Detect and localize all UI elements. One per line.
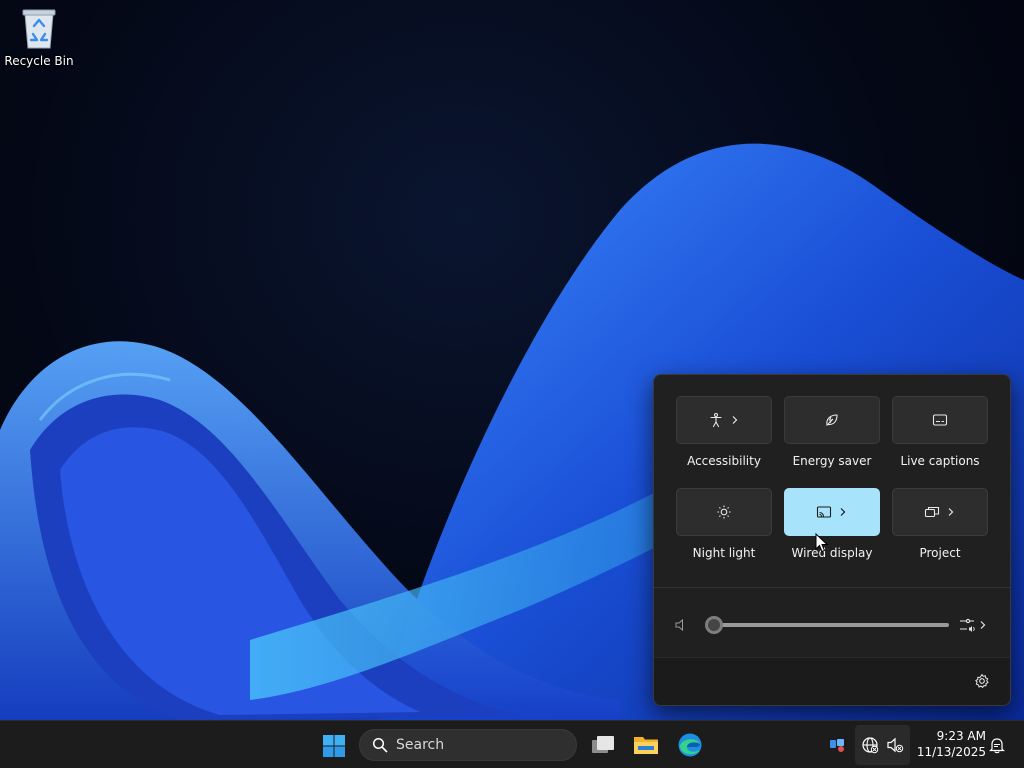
tile-project: Project <box>892 488 988 560</box>
tile-accessibility: Accessibility <box>676 396 772 468</box>
clock-time: 9:23 AM <box>936 729 986 743</box>
tile-label: Night light <box>692 546 756 560</box>
network-icon <box>862 737 879 754</box>
live-captions-icon <box>932 414 948 426</box>
taskbar-search-box[interactable]: Search <box>359 729 577 761</box>
divider <box>654 587 1010 588</box>
gear-icon[interactable] <box>974 673 990 689</box>
energy-saver-icon <box>826 414 838 426</box>
quick-settings-flyout: Accessibility Energy saver Live captions <box>653 374 1011 706</box>
tile-live-captions: Live captions <box>892 396 988 468</box>
widgets-icon[interactable] <box>829 736 847 754</box>
tile-wired-display: Wired display <box>784 488 880 560</box>
wired-display-button[interactable] <box>784 488 880 536</box>
accessibility-icon <box>710 412 722 428</box>
taskbar: Search 9:23 AM 11/13/2025 <box>0 720 1024 768</box>
volume-slider-thumb[interactable] <box>705 616 723 634</box>
clock-date: 11/13/2025 <box>916 745 986 759</box>
chevron-right-icon <box>980 621 986 629</box>
audio-output-button[interactable] <box>959 617 988 633</box>
volume-muted-icon <box>887 737 904 753</box>
search-icon <box>372 737 388 753</box>
volume-row <box>674 613 994 637</box>
tile-label: Accessibility <box>687 454 761 468</box>
audio-mixer-icon <box>960 618 975 632</box>
recycle-bin-icon <box>22 9 56 49</box>
tile-label: Project <box>919 546 961 560</box>
mouse-cursor-icon <box>815 533 829 553</box>
desktop-icon-label: Recycle Bin <box>4 54 74 68</box>
cast-icon <box>816 506 832 518</box>
chevron-right-icon <box>948 508 954 516</box>
quick-settings-footer <box>654 657 1010 705</box>
tile-night-light: Night light <box>676 488 772 560</box>
project-button[interactable] <box>892 488 988 536</box>
volume-slider[interactable] <box>705 616 949 634</box>
taskbar-clock[interactable]: 9:23 AM 11/13/2025 <box>914 728 986 760</box>
project-icon <box>924 506 940 518</box>
energy-saver-button[interactable] <box>784 396 880 444</box>
tile-energy-saver: Energy saver <box>784 396 880 468</box>
tile-label: Wired display <box>791 546 873 560</box>
chevron-right-icon <box>840 508 846 516</box>
chevron-right-icon <box>732 416 738 424</box>
accessibility-button[interactable] <box>676 396 772 444</box>
edge-icon[interactable] <box>676 731 704 759</box>
speaker-muted-icon[interactable] <box>674 618 688 632</box>
live-captions-button[interactable] <box>892 396 988 444</box>
file-explorer-icon[interactable] <box>632 731 660 759</box>
tile-label: Live captions <box>900 454 980 468</box>
night-light-icon <box>717 505 731 519</box>
windows-start-icon[interactable] <box>322 734 346 758</box>
task-view-icon[interactable] <box>589 731 617 759</box>
night-light-button[interactable] <box>676 488 772 536</box>
tile-label: Energy saver <box>792 454 872 468</box>
desktop-icon-recycle-bin[interactable]: Recycle Bin <box>4 6 74 78</box>
notification-icon[interactable] <box>988 736 1006 754</box>
search-placeholder: Search <box>396 737 445 753</box>
quick-settings-tiles: Accessibility Energy saver Live captions <box>676 396 990 560</box>
